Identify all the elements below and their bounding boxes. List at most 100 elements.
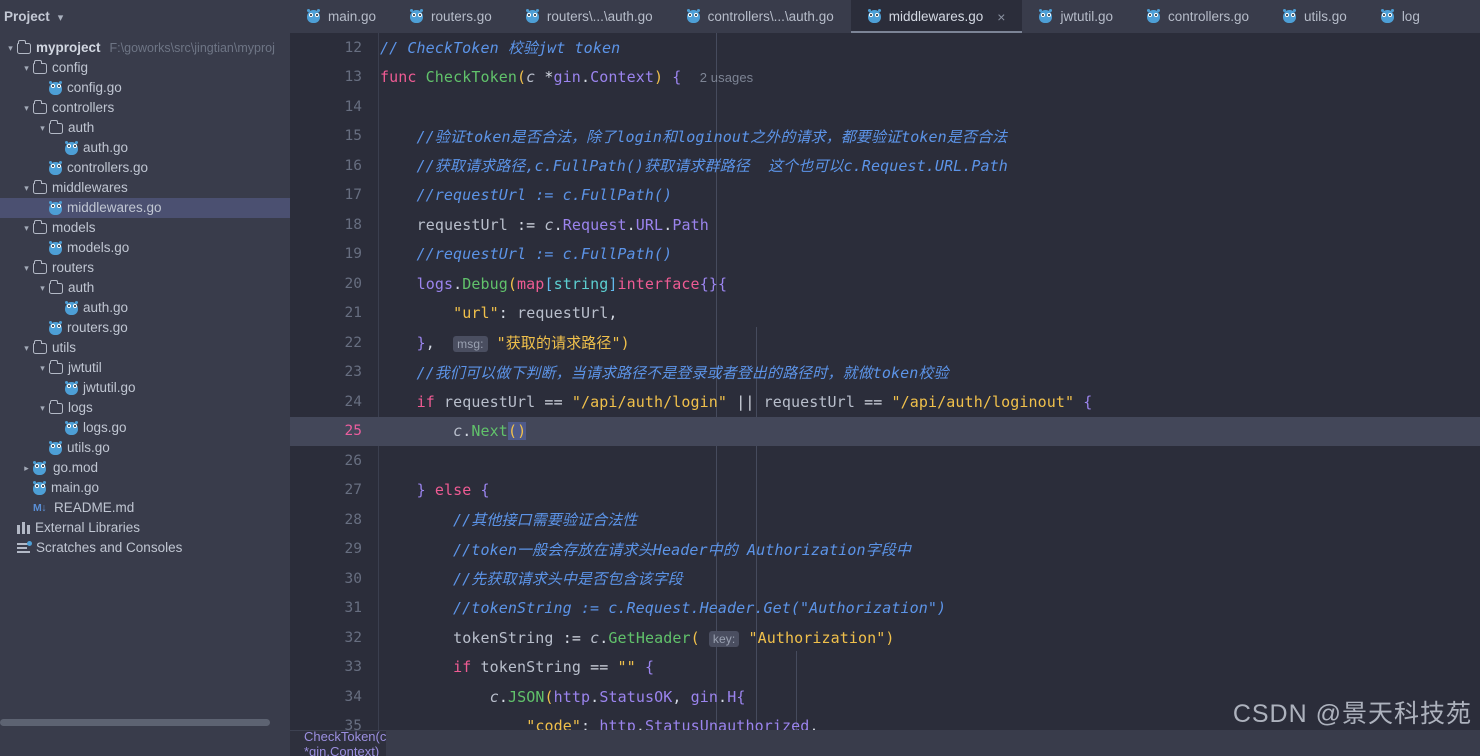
code-text[interactable]: // CheckToken 校验jwt token (378, 37, 1480, 58)
code-line[interactable]: 15 //验证token是否合法，除了login和loginout之外的请求，都… (290, 122, 1480, 152)
chevron-down-icon[interactable]: ▾ (4, 43, 17, 53)
code-line[interactable]: 27 } else { (290, 476, 1480, 506)
code-text[interactable]: c.Next() (378, 422, 1480, 441)
tree-item-scratches-and-consoles[interactable]: Scratches and Consoles (0, 538, 290, 558)
chevron-down-icon[interactable]: ▾ (36, 403, 49, 413)
tree-item-auth[interactable]: ▾ auth (0, 278, 290, 298)
code-text[interactable]: requestUrl := c.Request.URL.Path (378, 216, 1480, 234)
code-text[interactable]: if requestUrl == "/api/auth/login" || re… (378, 393, 1480, 411)
code-line[interactable]: 12 // CheckToken 校验jwt token (290, 33, 1480, 63)
code-line[interactable]: 22 }, msg: "获取的请求路径") (290, 328, 1480, 358)
code-line[interactable]: 34 c.JSON(http.StatusOK, gin.H{ (290, 682, 1480, 712)
code-text[interactable]: c.JSON(http.StatusOK, gin.H{ (378, 688, 1480, 706)
code-line[interactable]: 14 (290, 92, 1480, 122)
code-line[interactable]: 20 logs.Debug(map[string]interface{}{ (290, 269, 1480, 299)
tree-item-middlewares[interactable]: ▾ middlewares (0, 178, 290, 198)
tree-item-jwtutil[interactable]: ▾ jwtutil (0, 358, 290, 378)
chevron-down-icon[interactable]: ▾ (36, 283, 49, 293)
tree-item-middlewares-go[interactable]: middlewares.go (0, 198, 290, 218)
breadcrumb[interactable]: CheckToken(c *gin.Context) (290, 729, 387, 756)
tree-item-external-libraries[interactable]: External Libraries (0, 518, 290, 538)
tree-item-routers-go[interactable]: routers.go (0, 318, 290, 338)
editor-tab[interactable]: log (1364, 0, 1437, 33)
tree-item-utils[interactable]: ▾ utils (0, 338, 290, 358)
editor-tab[interactable]: utils.go (1266, 0, 1364, 33)
tree-item-jwtutil-go[interactable]: jwtutil.go (0, 378, 290, 398)
code-text[interactable]: } else { (378, 481, 1480, 499)
chevron-down-icon[interactable]: ▾ (36, 363, 49, 373)
code-line[interactable]: 29 //token一般会存放在请求头Header中的 Authorizatio… (290, 535, 1480, 565)
tree-item-main-go[interactable]: main.go (0, 478, 290, 498)
chevron-down-icon[interactable]: ▾ (20, 343, 33, 353)
tree-item-myproject[interactable]: ▾ myproject F:\goworks\src\jingtian\myproj (0, 38, 290, 58)
editor-tab[interactable]: controllers\...\auth.go (670, 0, 851, 33)
tree-item-models-go[interactable]: models.go (0, 238, 290, 258)
code-text[interactable]: //其他接口需要验证合法性 (378, 509, 1480, 530)
code-line[interactable]: 17 //requestUrl := c.FullPath() (290, 181, 1480, 211)
sidebar-horizontal-scrollbar[interactable] (0, 719, 270, 726)
close-icon[interactable]: × (997, 10, 1005, 24)
tree-item-auth[interactable]: ▾ auth (0, 118, 290, 138)
chevron-right-icon[interactable]: ▸ (20, 463, 33, 473)
code-text[interactable]: //我们可以做下判断，当请求路径不是登录或者登出的路径时，就做token校验 (378, 362, 1480, 383)
editor-tab[interactable]: main.go (290, 0, 393, 33)
code-line[interactable]: 19 //requestUrl := c.FullPath() (290, 240, 1480, 270)
project-tree[interactable]: ▾ myproject F:\goworks\src\jingtian\myproj… (0, 38, 290, 558)
chevron-down-icon[interactable]: ▾ (20, 223, 33, 233)
code-line[interactable]: 26 (290, 446, 1480, 476)
code-text[interactable]: "code": http.StatusUnauthorized, (378, 717, 1480, 730)
code-text[interactable]: //token一般会存放在请求头Header中的 Authorization字段… (378, 539, 1480, 560)
code-text[interactable]: "url": requestUrl, (378, 304, 1480, 322)
code-text[interactable]: //requestUrl := c.FullPath() (378, 186, 1480, 204)
tree-item-config[interactable]: ▾ config (0, 58, 290, 78)
code-text[interactable]: //tokenString := c.Request.Header.Get("A… (378, 599, 1480, 617)
code-line[interactable]: 25 c.Next() (290, 416, 1480, 446)
chevron-down-icon[interactable]: ▾ (20, 183, 33, 193)
chevron-down-icon[interactable]: ▾ (58, 11, 64, 24)
chevron-down-icon[interactable]: ▾ (20, 263, 33, 273)
code-line[interactable]: 28 //其他接口需要验证合法性 (290, 505, 1480, 535)
editor-tab[interactable]: routers\...\auth.go (509, 0, 670, 33)
code-line[interactable]: 24 if requestUrl == "/api/auth/login" ||… (290, 387, 1480, 417)
code-text[interactable]: if tokenString == "" { (378, 658, 1480, 676)
code-text[interactable]: //验证token是否合法，除了login和loginout之外的请求，都要验证… (378, 126, 1480, 147)
tree-item-config-go[interactable]: config.go (0, 78, 290, 98)
chevron-down-icon[interactable]: ▾ (20, 63, 33, 73)
tree-item-readme-md[interactable]: M↓ README.md (0, 498, 290, 518)
editor-tab[interactable]: jwtutil.go (1022, 0, 1130, 33)
code-line[interactable]: 23 //我们可以做下判断，当请求路径不是登录或者登出的路径时，就做token校… (290, 358, 1480, 388)
tree-item-utils-go[interactable]: utils.go (0, 438, 290, 458)
tree-item-routers[interactable]: ▾ routers (0, 258, 290, 278)
tree-item-auth-go[interactable]: auth.go (0, 138, 290, 158)
tree-item-controllers[interactable]: ▾ controllers (0, 98, 290, 118)
project-panel-header[interactable]: Project ▾ (0, 0, 290, 33)
tree-item-models[interactable]: ▾ models (0, 218, 290, 238)
code-line[interactable]: 18 requestUrl := c.Request.URL.Path (290, 210, 1480, 240)
code-text[interactable]: logs.Debug(map[string]interface{}{ (378, 275, 1480, 293)
project-tree-panel[interactable]: ▾ myproject F:\goworks\src\jingtian\myproj… (0, 33, 290, 730)
code-line[interactable]: 32 tokenString := c.GetHeader( key: "Aut… (290, 623, 1480, 653)
tree-item-logs-go[interactable]: logs.go (0, 418, 290, 438)
tree-item-go-mod[interactable]: ▸ go.mod (0, 458, 290, 478)
code-text[interactable]: }, msg: "获取的请求路径") (378, 332, 1480, 353)
code-line[interactable]: 33 if tokenString == "" { (290, 653, 1480, 683)
code-lines[interactable]: 12 // CheckToken 校验jwt token 13 func CheckT… (290, 33, 1480, 730)
code-line[interactable]: 13 func CheckToken(c *gin.Context) { 2 us… (290, 63, 1480, 93)
tree-item-controllers-go[interactable]: controllers.go (0, 158, 290, 178)
editor-tab[interactable]: middlewares.go × (850, 0, 1023, 33)
code-line[interactable]: 35 "code": http.StatusUnauthorized, (290, 712, 1480, 730)
code-line[interactable]: 31 //tokenString := c.Request.Header.Get… (290, 594, 1480, 624)
chevron-down-icon[interactable]: ▾ (20, 103, 33, 113)
code-line[interactable]: 30 //先获取请求头中是否包含该字段 (290, 564, 1480, 594)
code-line[interactable]: 21 "url": requestUrl, (290, 299, 1480, 329)
code-line[interactable]: 16 //获取请求路径,c.FullPath()获取请求群路径 这个也可以c.R… (290, 151, 1480, 181)
code-editor[interactable]: 12 // CheckToken 校验jwt token 13 func CheckT… (290, 33, 1480, 730)
code-text[interactable]: //先获取请求头中是否包含该字段 (378, 568, 1480, 589)
code-text[interactable]: //requestUrl := c.FullPath() (378, 245, 1480, 263)
code-text[interactable]: //获取请求路径,c.FullPath()获取请求群路径 这个也可以c.Requ… (378, 155, 1480, 176)
editor-tab[interactable]: controllers.go (1130, 0, 1266, 33)
tree-item-auth-go[interactable]: auth.go (0, 298, 290, 318)
chevron-down-icon[interactable]: ▾ (36, 123, 49, 133)
editor-tab[interactable]: routers.go (393, 0, 509, 33)
code-text[interactable]: tokenString := c.GetHeader( key: "Author… (378, 629, 1480, 647)
